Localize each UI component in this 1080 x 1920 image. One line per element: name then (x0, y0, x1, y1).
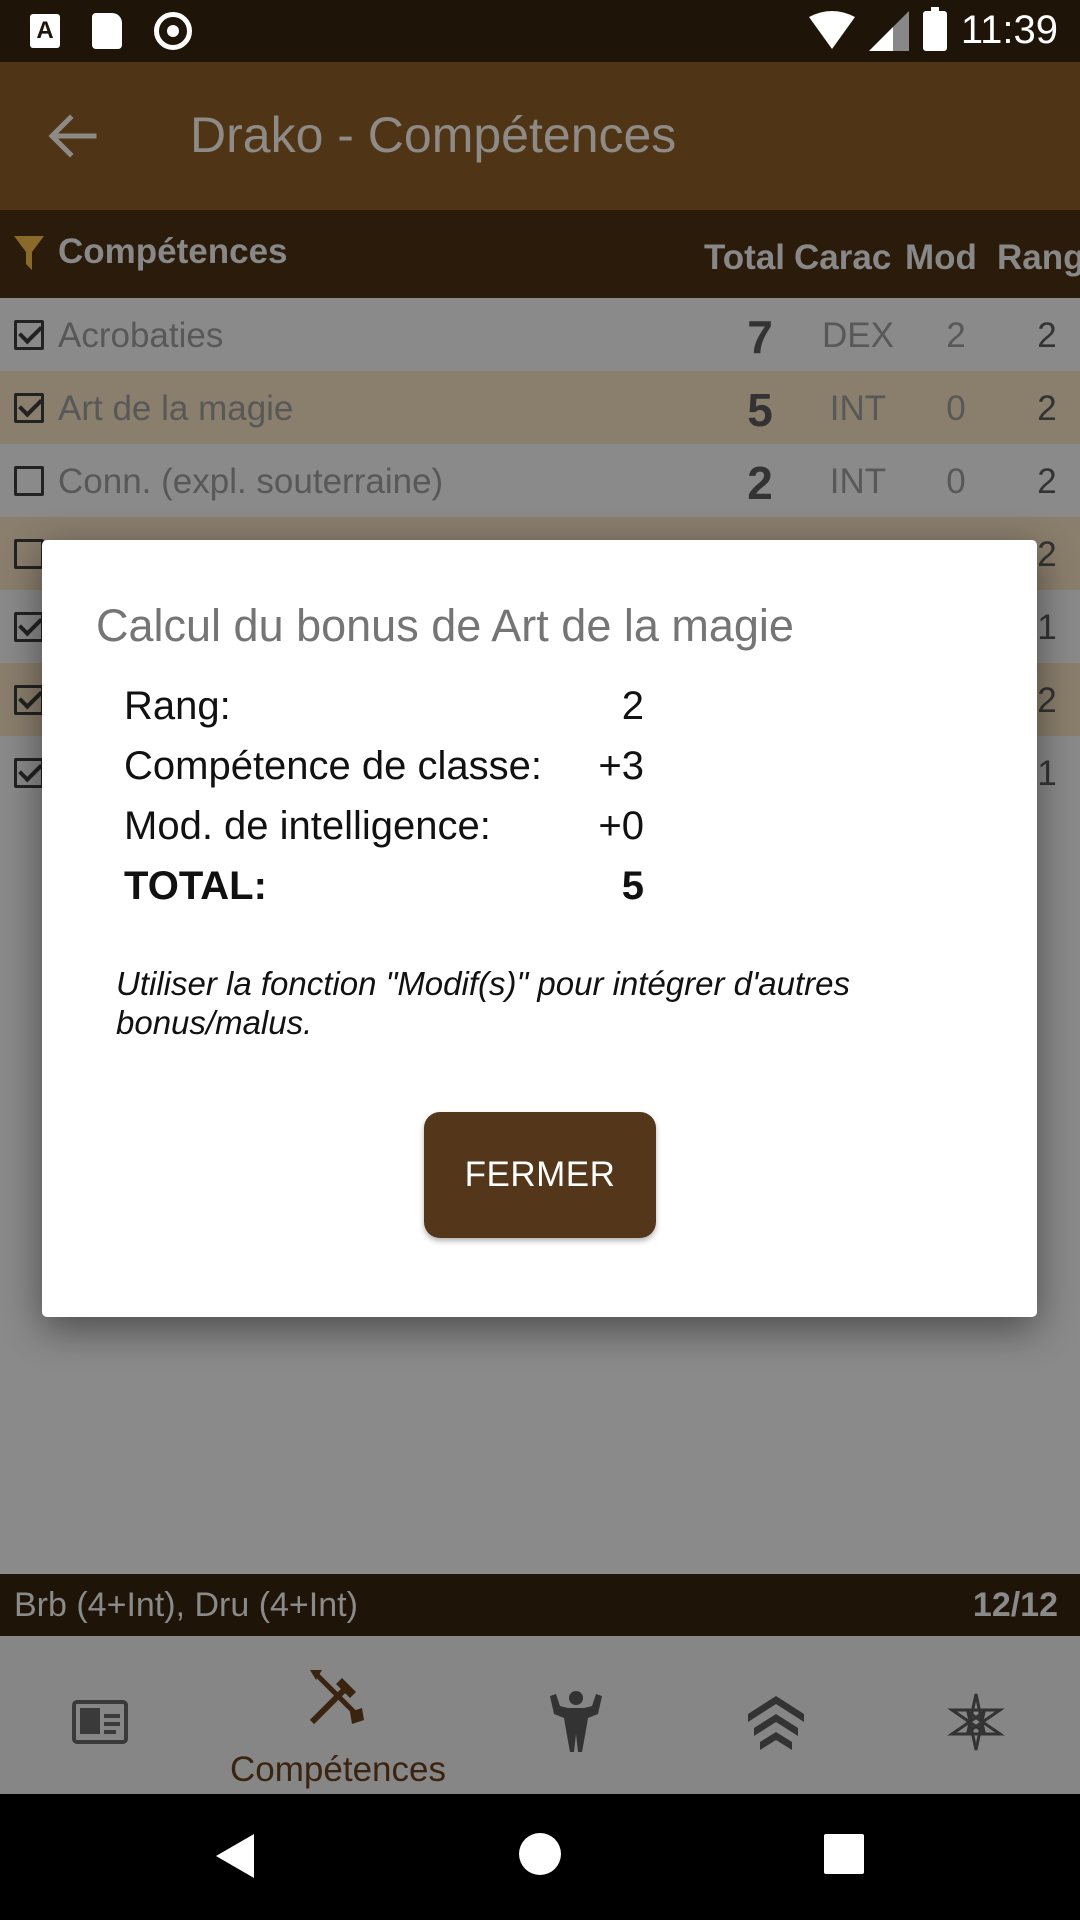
table-row[interactable]: Art de la magie 5 INT 0 2 (0, 371, 1080, 444)
calc-label: TOTAL: (124, 864, 267, 908)
calc-value: +0 (598, 804, 644, 848)
wifi-icon (808, 10, 855, 49)
skill-rang[interactable]: 2 (1020, 389, 1074, 429)
calc-value: 5 (621, 864, 644, 908)
bottom-navigation: Compétences (0, 1636, 1080, 1794)
table-row[interactable]: Conn. (expl. souterraine) 2 INT 0 2 (0, 444, 1080, 517)
class-skill-checkbox[interactable] (14, 393, 44, 423)
dialog-title: Calcul du bonus de Art de la magie (96, 600, 794, 651)
back-arrow-icon[interactable] (44, 108, 100, 164)
skill-rang[interactable]: 2 (1020, 316, 1074, 356)
skill-carac: INT (829, 462, 887, 501)
class-skill-checkbox[interactable] (14, 320, 44, 350)
skill-carac: INT (829, 389, 887, 428)
skill-mod: 2 (946, 316, 966, 355)
filter-icon[interactable] (14, 236, 44, 270)
class-skill-checkbox[interactable] (14, 685, 44, 715)
skill-name: Acrobaties (58, 316, 224, 355)
heptagram-icon (947, 1693, 1005, 1751)
page-title: Drako - Compétences (190, 107, 677, 163)
skill-rang[interactable]: 2 (1020, 462, 1074, 502)
skill-mod: 0 (946, 462, 966, 501)
class-skill-checkbox[interactable] (14, 758, 44, 788)
calc-label: Compétence de classe: (124, 744, 543, 788)
skill-name: Art de la magie (58, 389, 294, 428)
column-header-mod[interactable]: Mod (905, 238, 977, 278)
recents-square-icon[interactable] (824, 1834, 864, 1874)
record-icon (154, 12, 192, 50)
nav-tab-skills[interactable]: Compétences (218, 1636, 458, 1794)
calc-row-class-skill: Compétence de classe: +3 (124, 744, 644, 794)
nav-tab-character[interactable] (0, 1636, 200, 1794)
crossed-tools-icon (309, 1670, 364, 1725)
skill-mod: 0 (946, 389, 966, 428)
close-button[interactable]: FERMER (424, 1112, 656, 1238)
nav-tab-abilities[interactable] (476, 1636, 676, 1794)
calc-row-ability-mod: Mod. de intelligence: +0 (124, 804, 644, 854)
calc-value: +3 (598, 744, 644, 788)
nav-tab-levels[interactable] (676, 1636, 876, 1794)
dialog-note: Utiliser la fonction "Modif(s)" pour int… (116, 965, 851, 1041)
status-bar: A 11:39 (0, 0, 1080, 62)
skill-name: Conn. (expl. souterraine) (58, 462, 444, 501)
skill-points-bar: Brb (4+Int), Dru (4+Int) 12/12 (0, 1574, 1080, 1636)
cell-signal-icon (868, 10, 909, 51)
table-row[interactable]: Acrobaties 7 DEX 2 2 (0, 298, 1080, 371)
bonus-calculation-dialog: Calcul du bonus de Art de la magie Rang:… (42, 540, 1037, 1317)
calc-label: Rang: (124, 684, 231, 728)
skills-table-header: Compétences Total Carac Mod Rang (0, 210, 1080, 298)
skill-total: 5 (747, 384, 773, 436)
id-card-icon (72, 1700, 128, 1744)
sd-card-icon (92, 13, 122, 49)
strongman-icon (550, 1691, 602, 1752)
nav-tab-spells[interactable] (876, 1636, 1080, 1794)
skill-carac: DEX (822, 316, 894, 355)
class-skill-checkbox[interactable] (14, 466, 44, 496)
column-header-carac[interactable]: Carac (794, 238, 891, 278)
rank-chevrons-icon (748, 1696, 804, 1750)
clock: 11:39 (960, 8, 1058, 52)
calc-row-total: TOTAL: 5 (124, 864, 644, 914)
system-navigation-bar (0, 1794, 1080, 1920)
column-header-skills[interactable]: Compétences (58, 232, 288, 272)
home-circle-icon[interactable] (518, 1832, 562, 1876)
class-skill-points: Brb (4+Int), Dru (4+Int) (14, 1586, 358, 1624)
skill-total: 2 (747, 457, 773, 509)
calc-value: 2 (621, 684, 644, 728)
app-bar: Drako - Compétences (0, 62, 1080, 210)
skill-points-count: 12/12 (972, 1586, 1058, 1624)
back-triangle-icon[interactable] (214, 1832, 256, 1880)
nav-tab-skills-label: Compétences (230, 1750, 446, 1789)
calc-row-rank: Rang: 2 (124, 684, 644, 734)
class-skill-checkbox[interactable] (14, 539, 44, 569)
battery-icon (922, 6, 947, 51)
column-header-rang[interactable]: Rang (997, 238, 1080, 278)
class-skill-checkbox[interactable] (14, 612, 44, 642)
column-header-total[interactable]: Total (704, 238, 785, 278)
skill-total: 7 (747, 311, 773, 363)
accessibility-notification-icon: A (30, 14, 60, 48)
calc-label: Mod. de intelligence: (124, 804, 491, 848)
